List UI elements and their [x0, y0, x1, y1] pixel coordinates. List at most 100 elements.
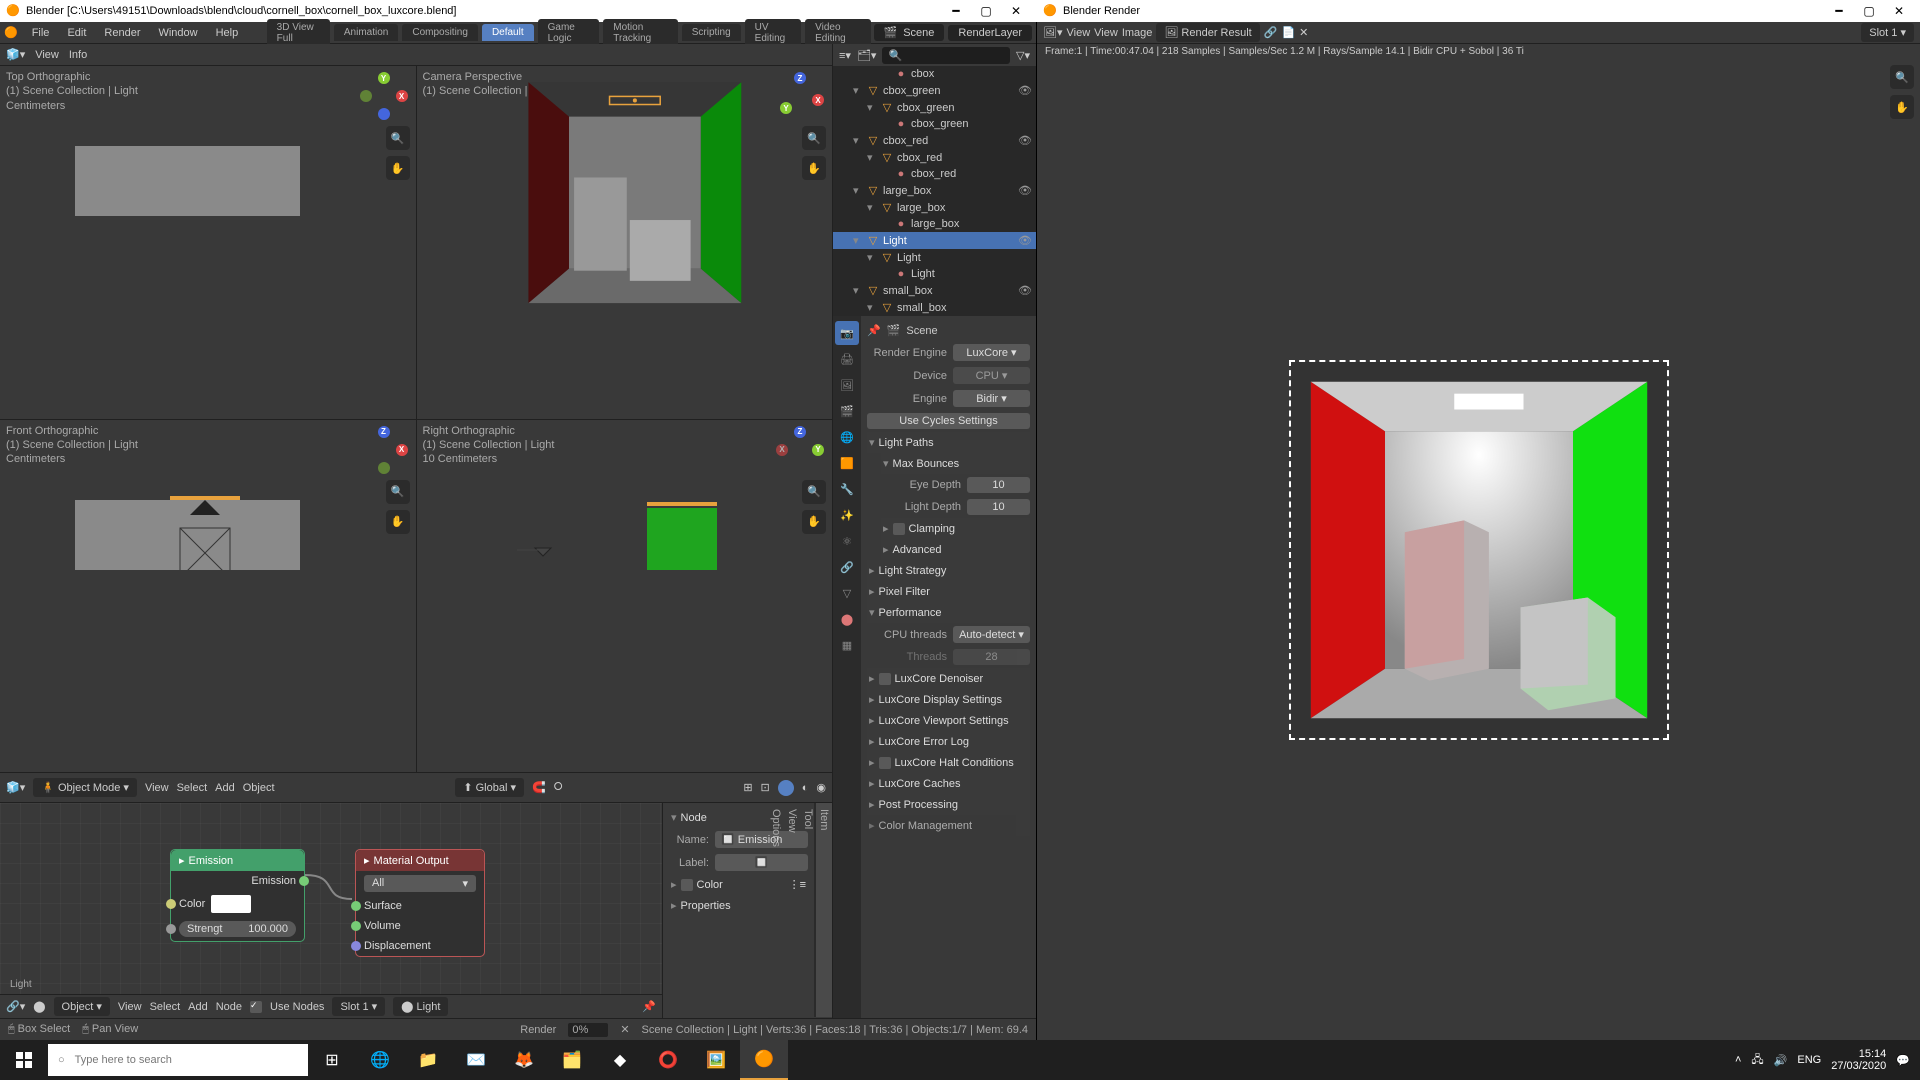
- outliner-item[interactable]: ▾▽large_box👁: [833, 182, 1036, 199]
- mode-selector[interactable]: 🧍 Object Mode ▾: [33, 778, 137, 797]
- tab-data-icon[interactable]: ▽: [835, 581, 859, 605]
- editor-type-icon[interactable]: 🧊▾: [6, 781, 25, 794]
- outliner-item[interactable]: ▾▽cbox_red: [833, 149, 1036, 166]
- menu-render[interactable]: Render: [96, 24, 148, 42]
- orientation-selector[interactable]: ⬆ Global ▾: [455, 778, 524, 797]
- new-icon[interactable]: 📄: [1281, 26, 1295, 39]
- viewport-right[interactable]: Right Orthographic (1) Scene Collection …: [417, 420, 833, 773]
- panel-light-strategy[interactable]: ▸Light Strategy: [867, 560, 1030, 581]
- zoom-icon[interactable]: 🔍: [802, 480, 826, 504]
- data-type-select[interactable]: Object ▾: [54, 997, 110, 1016]
- outliner-item[interactable]: ▾▽cbox_red👁: [833, 132, 1036, 149]
- pan-icon[interactable]: ✋: [1890, 95, 1914, 119]
- menu-object[interactable]: Object: [243, 782, 275, 794]
- ws-tab[interactable]: Game Logic: [538, 19, 600, 47]
- blender-logo-icon[interactable]: 🟠: [4, 26, 18, 39]
- material-select[interactable]: ⬤ Light: [393, 997, 448, 1016]
- outliner-item[interactable]: ▾▽small_box: [833, 299, 1036, 316]
- tab-object-icon[interactable]: 🟧: [835, 451, 859, 475]
- use-nodes-checkbox[interactable]: [250, 1001, 262, 1013]
- menu-view[interactable]: View: [1067, 27, 1091, 39]
- panel-color-mgmt[interactable]: ▸Color Management: [867, 815, 1030, 836]
- display-mode-icon[interactable]: 🗂▾: [857, 49, 877, 62]
- network-icon[interactable]: 🖧: [1751, 1051, 1763, 1070]
- panel-lux-halt[interactable]: ▸ LuxCore Halt Conditions: [867, 752, 1030, 773]
- outliner-item[interactable]: ▾▽Light👁: [833, 232, 1036, 249]
- tab-world-icon[interactable]: 🌐: [835, 425, 859, 449]
- tab-particle-icon[interactable]: ✨: [835, 503, 859, 527]
- node-material-output[interactable]: ▸ Material Output All▾ Surface Volume Di…: [355, 849, 485, 957]
- tray-chevron-icon[interactable]: ˄: [1735, 1054, 1741, 1066]
- tab-item[interactable]: Item: [816, 803, 832, 1018]
- maximize-button[interactable]: ▢: [971, 0, 1001, 22]
- render-engine-select[interactable]: LuxCore ▾: [953, 344, 1030, 361]
- snap-icon[interactable]: 🧲: [532, 781, 546, 794]
- outliner-item[interactable]: ●Light: [833, 266, 1036, 282]
- app-icon[interactable]: ◆: [596, 1040, 644, 1080]
- panel-lux-viewport[interactable]: ▸LuxCore Viewport Settings: [867, 710, 1030, 731]
- visibility-icon[interactable]: 👁: [1018, 184, 1032, 197]
- outliner-item[interactable]: ●cbox: [833, 66, 1036, 82]
- photos-icon[interactable]: 🖼️: [692, 1040, 740, 1080]
- menu-view[interactable]: View: [118, 1001, 142, 1013]
- menu-edit[interactable]: Edit: [59, 24, 94, 42]
- menu-add[interactable]: Add: [215, 782, 235, 794]
- axis-gizmo[interactable]: Z Y X: [776, 426, 824, 474]
- target-select[interactable]: All▾: [364, 875, 476, 892]
- ws-tab[interactable]: Compositing: [402, 24, 478, 41]
- blender-taskbar-icon[interactable]: 🟠: [740, 1040, 788, 1080]
- ws-tab[interactable]: Scripting: [682, 24, 741, 41]
- axis-gizmo[interactable]: Y X: [360, 72, 408, 120]
- menu-select[interactable]: Select: [177, 782, 208, 794]
- shader-type-icon[interactable]: ⬤: [33, 1000, 45, 1013]
- firefox-icon[interactable]: 🦊: [500, 1040, 548, 1080]
- editor-type-icon[interactable]: 🧊▾: [6, 48, 25, 61]
- tab-texture-icon[interactable]: ▦: [835, 633, 859, 657]
- ws-tab[interactable]: Motion Tracking: [603, 19, 678, 47]
- menu-view[interactable]: View: [145, 782, 169, 794]
- overlay-icon[interactable]: ⊞: [743, 781, 752, 794]
- panel-light-paths[interactable]: ▾Light Paths: [867, 432, 1030, 453]
- lang-indicator[interactable]: ENG: [1797, 1054, 1821, 1066]
- device-select[interactable]: CPU ▾: [953, 367, 1030, 384]
- menu-window[interactable]: Window: [150, 24, 205, 42]
- maximize-button[interactable]: ▢: [1854, 0, 1884, 22]
- axis-gizmo[interactable]: Z X: [360, 426, 408, 474]
- close-button[interactable]: ✕: [1884, 0, 1914, 22]
- menu-help[interactable]: Help: [208, 24, 247, 42]
- pan-icon[interactable]: ✋: [802, 510, 826, 534]
- menu-select[interactable]: Select: [150, 1001, 181, 1013]
- taskbar-search[interactable]: ○ Type here to search: [48, 1044, 308, 1076]
- viewport-top[interactable]: Top Orthographic (1) Scene Collection | …: [0, 66, 416, 419]
- start-button[interactable]: [0, 1040, 48, 1080]
- outliner-item[interactable]: ▾▽large_box: [833, 199, 1036, 216]
- tab-output-icon[interactable]: 🖨: [835, 347, 859, 371]
- cpu-threads-select[interactable]: Auto-detect ▾: [953, 626, 1030, 643]
- outliner-item[interactable]: ▾▽Light: [833, 249, 1036, 266]
- tab-physics-icon[interactable]: ⚛: [835, 529, 859, 553]
- slot-select[interactable]: Slot 1 ▾: [1861, 23, 1914, 42]
- shading-solid-icon[interactable]: [778, 780, 794, 796]
- tab-tool[interactable]: Tool: [800, 803, 816, 1018]
- edge-icon[interactable]: 🌐: [356, 1040, 404, 1080]
- tab-material-icon[interactable]: ⬤: [835, 607, 859, 631]
- editor-type-icon[interactable]: ≡▾: [839, 49, 851, 62]
- panel-lux-denoiser[interactable]: ▸ LuxCore Denoiser: [867, 668, 1030, 689]
- color-swatch[interactable]: [211, 895, 251, 913]
- shading-wireframe-icon[interactable]: ⊡: [761, 781, 770, 794]
- app-icon[interactable]: 🗂️: [548, 1040, 596, 1080]
- ws-tab[interactable]: Animation: [334, 24, 398, 41]
- panel-advanced[interactable]: ▸Advanced: [881, 539, 1030, 560]
- quad-menu-view[interactable]: View: [35, 49, 59, 61]
- editor-type-icon[interactable]: 🖼▾: [1043, 26, 1063, 39]
- outliner-item[interactable]: ●cbox_red: [833, 166, 1036, 182]
- menu-add[interactable]: Add: [188, 1001, 208, 1013]
- use-cycles-button[interactable]: Use Cycles Settings: [867, 413, 1030, 429]
- strength-field[interactable]: Strengt100.000: [179, 921, 296, 937]
- outliner-search[interactable]: 🔍: [882, 47, 1010, 64]
- volume-icon[interactable]: 🔊: [1774, 1054, 1788, 1067]
- light-depth-field[interactable]: 10: [967, 499, 1030, 515]
- render-image-area[interactable]: 🔍 ✋: [1037, 59, 1920, 1040]
- shading-rendered-icon[interactable]: ◉: [816, 781, 826, 794]
- ws-tab-active[interactable]: Default: [482, 24, 534, 41]
